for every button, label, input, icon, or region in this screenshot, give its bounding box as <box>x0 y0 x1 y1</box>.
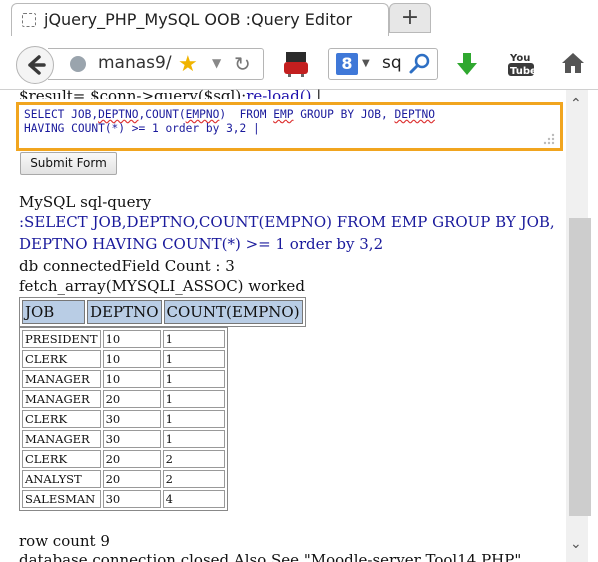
table-row: CLERK 30 1 <box>22 410 225 428</box>
column-header: COUNT(EMPNO) <box>163 300 303 324</box>
table-cell: MANAGER <box>22 390 101 408</box>
table-cell: 4 <box>162 490 225 508</box>
table-cell: 20 <box>102 450 161 468</box>
scrollbar-thumb[interactable] <box>569 218 591 516</box>
sql-token: EMP <box>273 108 294 121</box>
table-row: CLERK 20 2 <box>22 450 225 468</box>
table-cell: 2 <box>162 470 225 488</box>
search-icon[interactable] <box>408 52 432 76</box>
table-cell: 1 <box>162 410 225 428</box>
svg-text:Tube: Tube <box>510 66 535 77</box>
table-cell: 1 <box>162 430 225 448</box>
output-line: fetch_array(MYSQLI_ASSOC) worked <box>19 277 305 295</box>
reload-link[interactable]: re-load() <box>246 87 311 99</box>
row-count: row count 9 <box>19 532 110 550</box>
youtube-icon[interactable]: You Tube <box>507 50 537 78</box>
table-cell: 1 <box>162 350 225 368</box>
column-header: DEPTNO <box>87 300 162 324</box>
new-tab-button[interactable]: + <box>389 3 431 33</box>
sql-token: ) FROM <box>219 108 274 121</box>
back-arrow-icon <box>28 55 46 75</box>
search-engine-dropdown-icon[interactable]: ▼ <box>362 58 370 69</box>
svg-text:You: You <box>509 53 530 64</box>
table-cell: 10 <box>102 350 161 368</box>
bookmark-star-icon[interactable]: ★ <box>178 52 198 77</box>
table-cell: 1 <box>162 390 225 408</box>
php-code-text: $result= $conn->query($sql); <box>19 87 247 99</box>
table-cell: SALESMAN <box>22 490 101 508</box>
globe-icon <box>70 56 86 72</box>
output-line: db connectedField Count : 3 <box>19 257 235 275</box>
php-code-suffix: | <box>311 87 322 99</box>
table-row: PRESIDENT 10 1 <box>22 330 225 348</box>
scroll-down-icon[interactable]: ⌄ <box>570 536 582 552</box>
result-data-table: PRESIDENT 10 1 CLERK 10 1 MANAGER 10 1 MANAGER 20 1… <box>19 327 228 511</box>
reload-icon[interactable]: ↻ <box>234 52 251 76</box>
table-row: MANAGER 30 1 <box>22 430 225 448</box>
output-line: MySQL sql-query <box>19 193 152 211</box>
table-row: CLERK 10 1 <box>22 350 225 368</box>
status-line: database connection closed Also See "Moo… <box>19 551 522 562</box>
sql-editor-text[interactable]: SELECT JOB,DEPTNO,COUNT(EMPNO) FROM EMP … <box>24 108 544 136</box>
table-cell: 1 <box>162 370 225 388</box>
table-cell: 2 <box>162 450 225 468</box>
toolbar-addon-icon[interactable] <box>283 50 309 78</box>
url-text[interactable]: manas9/ <box>98 53 172 73</box>
result-header-table: JOB DEPTNO COUNT(EMPNO) <box>19 297 306 327</box>
sql-token: SELECT JOB, <box>24 108 99 121</box>
table-cell: PRESIDENT <box>22 330 101 348</box>
table-row: ANALYST 20 2 <box>22 470 225 488</box>
back-button[interactable] <box>16 46 54 84</box>
tab-title: jQuery_PHP_MySQL OOB :Query Editor <box>44 10 353 29</box>
sql-token: GROUP BY JOB, <box>293 108 395 121</box>
sql-token: ,COUNT( <box>138 108 186 121</box>
scroll-up-icon[interactable]: ⌃ <box>570 96 582 112</box>
page-icon <box>22 13 36 27</box>
download-icon[interactable] <box>455 50 479 78</box>
table-cell: 10 <box>102 370 161 388</box>
sql-line-2: HAVING COUNT(*) >= 1 order by 3,2 | <box>24 122 260 135</box>
resize-grip-icon[interactable] <box>540 130 556 146</box>
sql-token: DEPTNO <box>98 108 139 121</box>
table-cell: CLERK <box>22 450 101 468</box>
table-row: MANAGER 20 1 <box>22 390 225 408</box>
table-cell: 30 <box>102 490 161 508</box>
submit-form-button[interactable]: Submit Form <box>20 152 117 175</box>
table-cell: CLERK <box>22 350 101 368</box>
table-cell: MANAGER <box>22 370 101 388</box>
output-query-line: DEPTNO HAVING COUNT(*) >= 1 order by 3,2 <box>19 235 384 253</box>
search-engine-icon[interactable]: 8 <box>336 53 358 75</box>
table-row: MANAGER 10 1 <box>22 370 225 388</box>
table-cell: 20 <box>102 470 161 488</box>
home-icon[interactable] <box>560 50 586 76</box>
browser-tab[interactable]: jQuery_PHP_MySQL OOB :Query Editor <box>11 3 389 39</box>
column-header: JOB <box>22 300 85 324</box>
output-query-line: :SELECT JOB,DEPTNO,COUNT(EMPNO) FROM EMP… <box>19 213 555 231</box>
table-cell: MANAGER <box>22 430 101 448</box>
history-dropdown-icon[interactable]: ▼ <box>212 56 221 70</box>
table-row: SALESMAN 30 4 <box>22 490 225 508</box>
table-cell: 20 <box>102 390 161 408</box>
table-cell: 10 <box>102 330 161 348</box>
table-cell: 1 <box>162 330 225 348</box>
sql-token: EMPNO <box>185 108 220 121</box>
table-cell: CLERK <box>22 410 101 428</box>
table-cell: 30 <box>102 430 161 448</box>
table-cell: ANALYST <box>22 470 101 488</box>
table-cell: 30 <box>102 410 161 428</box>
php-code-line: $result= $conn->query($sql);re-load() | <box>19 87 321 99</box>
search-input[interactable]: sq <box>382 53 402 73</box>
sql-token: DEPTNO <box>394 108 435 121</box>
